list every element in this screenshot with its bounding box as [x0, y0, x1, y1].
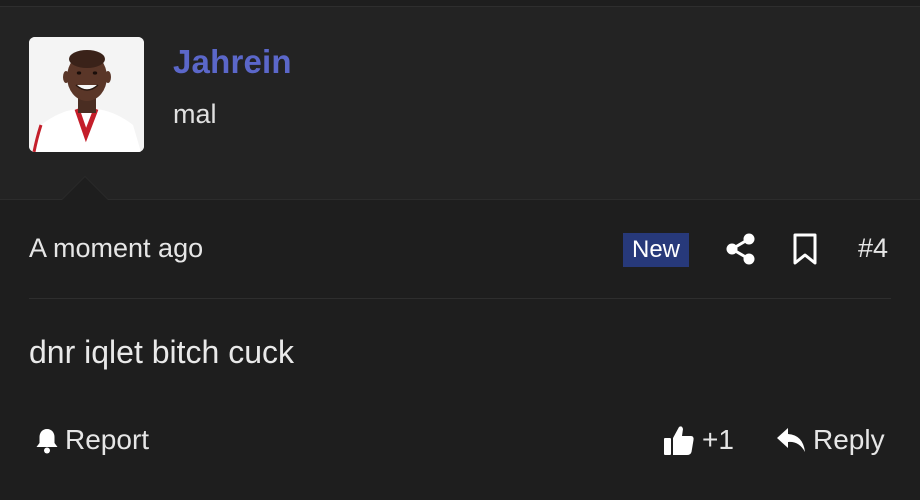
report-button[interactable]: Report [33, 420, 149, 460]
like-count: +1 [702, 424, 734, 455]
report-label: Report [65, 424, 150, 455]
header-divider [0, 199, 920, 200]
post-timestamp[interactable]: A moment ago [29, 233, 203, 264]
post-user-header: Jahrein mal [0, 7, 920, 200]
bookmark-icon[interactable] [790, 232, 820, 266]
user-title: mal [173, 99, 217, 129]
reply-label: Reply [813, 424, 885, 455]
username[interactable]: Jahrein [173, 43, 292, 81]
avatar[interactable] [29, 37, 144, 152]
like-button[interactable]: +1 [662, 420, 734, 460]
avatar-image [29, 37, 144, 152]
meta-divider [29, 298, 891, 299]
bell-icon [36, 429, 58, 454]
pointer-arrow [62, 177, 108, 200]
thumbs-up-icon [664, 426, 694, 455]
post-number-link[interactable]: #4 [858, 233, 888, 264]
post-actions-row: Report +1 Reply [0, 415, 920, 465]
reply-arrow-icon [777, 428, 805, 452]
new-badge: New [623, 233, 690, 267]
post-meta-row: A moment ago New #4 [0, 220, 920, 280]
post-body-text: dnr iqlet bitch cuck [29, 334, 295, 370]
reply-button[interactable]: Reply [775, 420, 885, 460]
share-icon[interactable] [724, 232, 758, 266]
